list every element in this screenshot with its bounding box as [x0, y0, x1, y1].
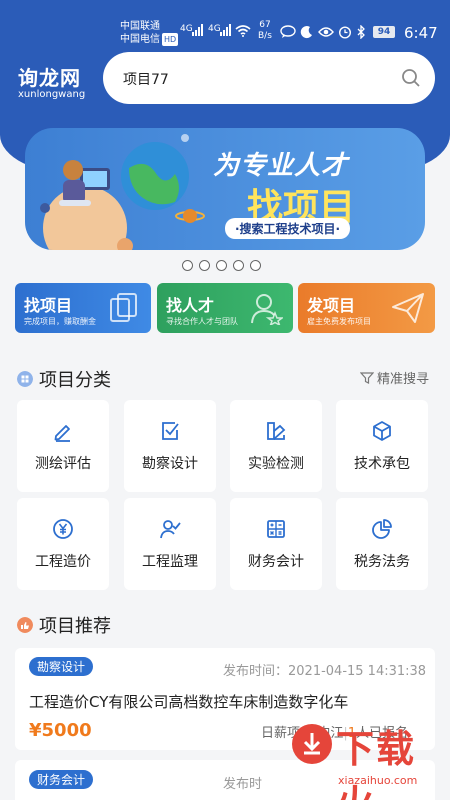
find-project-button[interactable]: 找项目 完成项目，赚取酬金 — [15, 283, 151, 333]
post-project-button[interactable]: 发项目 雇主免费发布项目 — [298, 283, 435, 333]
signal-icon-2 — [220, 24, 232, 36]
pie-chart-icon — [372, 519, 392, 539]
category-supervision[interactable]: 工程监理 — [124, 498, 216, 590]
yen-icon — [53, 519, 73, 539]
category-label: 勘察设计 — [142, 456, 198, 472]
carousel-indicator[interactable] — [182, 260, 261, 271]
category-testing[interactable]: 实验检测 — [230, 400, 322, 492]
bluetooth-icon — [357, 25, 365, 39]
precise-search-button[interactable]: 精准搜寻 — [360, 368, 429, 387]
thumbs-up-icon — [17, 617, 33, 633]
category-label: 实验检测 — [248, 456, 304, 472]
post-project-subtitle: 雇主免费发布项目 — [307, 317, 371, 326]
calculator-icon — [267, 520, 285, 538]
supervisor-icon — [160, 520, 181, 539]
logo-text: 询龙网 — [18, 66, 81, 90]
category-tax-legal[interactable]: 税务法务 — [336, 498, 428, 590]
project-price: ¥5000 — [29, 720, 92, 741]
battery-indicator: 94 — [373, 26, 395, 38]
clock: 6:47 — [404, 24, 438, 42]
recommend-section-header: 项目推荐 — [17, 612, 111, 638]
eye-icon — [318, 27, 334, 37]
project-title: 工程造价CY有限公司高档数控车床制造数字化车 — [29, 693, 349, 711]
carrier-info: 中国联通 中国电信 HD — [120, 20, 179, 46]
category-survey-design[interactable]: 勘察设计 — [124, 400, 216, 492]
wifi-icon — [235, 25, 251, 37]
carrier-1: 中国联通 — [120, 21, 160, 32]
project-category-badge: 财务会计 — [29, 770, 94, 789]
find-talent-title: 找人才 — [166, 296, 215, 315]
category-section-header: 项目分类 — [17, 366, 111, 392]
post-project-title: 发项目 — [307, 296, 356, 315]
carousel-dot-4[interactable] — [233, 260, 244, 271]
promo-banner[interactable]: 为专业人才 找项目 ·搜索工程技术项目· — [25, 128, 425, 250]
documents-icon — [110, 293, 137, 322]
status-bar: 中国联通 中国电信 HD 4G 4G 67 B/s 94 6:47 — [0, 0, 450, 48]
category-label: 工程造价 — [35, 554, 91, 570]
alarm-icon — [338, 26, 352, 39]
watermark-logo: 下载火 xiazaihuo.com — [290, 718, 450, 800]
banner-illustration — [40, 134, 205, 250]
precise-search-label: 精准搜寻 — [377, 372, 430, 387]
network-speed: 67 B/s — [258, 20, 272, 41]
network-type-2: 4G — [208, 24, 221, 34]
user-star-icon — [251, 294, 283, 325]
download-icon — [292, 724, 332, 764]
category-section-title: 项目分类 — [39, 370, 111, 391]
category-tech-contract[interactable]: 技术承包 — [336, 400, 428, 492]
recommend-section-title: 项目推荐 — [39, 616, 111, 637]
search-icon[interactable] — [401, 68, 421, 88]
category-label: 技术承包 — [354, 456, 410, 472]
category-accounting[interactable]: 财务会计 — [230, 498, 322, 590]
flask-icon — [267, 422, 286, 440]
search-bar[interactable]: 项目77 — [103, 52, 435, 104]
category-label: 税务法务 — [354, 554, 410, 570]
find-project-title: 找项目 — [24, 296, 73, 315]
carousel-dot-2[interactable] — [199, 260, 210, 271]
paper-plane-icon — [392, 293, 424, 323]
category-surveying[interactable]: 测绘评估 — [17, 400, 109, 492]
checkbox-icon — [162, 422, 179, 440]
pencil-icon — [54, 425, 70, 442]
filter-icon — [360, 371, 374, 384]
search-input[interactable]: 项目77 — [123, 69, 169, 89]
carousel-dot-5[interactable] — [250, 260, 261, 271]
cube-icon — [373, 421, 391, 441]
carousel-dot-3[interactable] — [216, 260, 227, 271]
watermark-subtext: xiazaihuo.com — [338, 774, 418, 787]
category-label: 财务会计 — [248, 554, 304, 570]
category-cost[interactable]: 工程造价 — [17, 498, 109, 590]
logo-subtext: xunlongwang — [18, 89, 86, 100]
find-talent-subtitle: 寻找合作人才与团队 — [166, 317, 238, 326]
grid-icon — [17, 371, 33, 387]
category-label: 测绘评估 — [35, 456, 91, 472]
hd-badge: HD — [162, 33, 179, 46]
project-category-badge: 勘察设计 — [29, 657, 94, 676]
signal-icon — [192, 24, 204, 36]
carousel-dot-1[interactable] — [182, 260, 193, 271]
carrier-2: 中国电信 — [120, 34, 160, 45]
network-type-1: 4G — [180, 24, 193, 34]
banner-subtitle: ·搜索工程技术项目· — [225, 218, 351, 239]
category-label: 工程监理 — [142, 554, 198, 570]
project-publish-time: 发布时间：2021-04-15 14:31:38 — [223, 664, 427, 679]
dnd-icon — [300, 26, 312, 39]
project-publish-time: 发布时 — [223, 777, 263, 792]
banner-title-1: 为专业人才 — [213, 151, 349, 181]
find-talent-button[interactable]: 找人才 寻找合作人才与团队 — [157, 283, 293, 333]
watermark-text: 下载火 — [336, 727, 417, 800]
find-project-subtitle: 完成项目，赚取酬金 — [24, 317, 96, 326]
chat-icon — [280, 25, 296, 38]
logo: 询龙网 xunlongwang — [18, 62, 85, 100]
